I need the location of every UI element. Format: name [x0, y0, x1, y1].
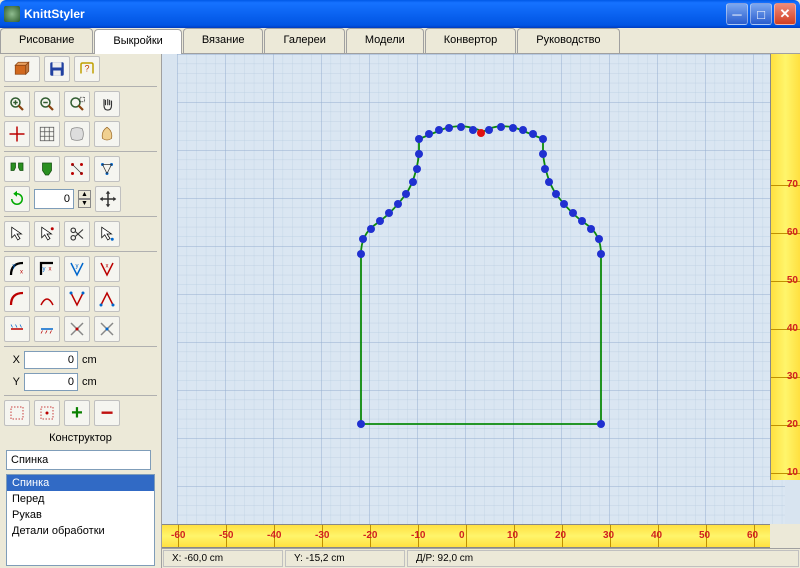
svg-text:y: y: [43, 267, 46, 273]
list-item[interactable]: Рукав: [7, 507, 154, 523]
svg-text:x: x: [49, 267, 52, 273]
shell-icon[interactable]: [94, 121, 120, 147]
spin-down[interactable]: ▼: [78, 199, 91, 208]
grid-icon[interactable]: [34, 121, 60, 147]
x-label: X: [6, 354, 20, 366]
y-input[interactable]: [24, 373, 78, 391]
svg-text:y: y: [13, 264, 16, 270]
rotate-icon[interactable]: [4, 186, 30, 212]
window-title: KnittStyler: [24, 7, 724, 21]
pieces-green2-icon[interactable]: [34, 156, 60, 182]
handle-8-icon[interactable]: [94, 316, 120, 342]
parts-listbox[interactable]: Спинка Перед Рукав Детали обработки: [6, 474, 155, 566]
tab-manual[interactable]: Руководство: [517, 28, 619, 53]
list-item[interactable]: Спинка: [7, 475, 154, 491]
status-d: Д/Р: 92,0 cm: [407, 550, 799, 567]
handle-6-icon[interactable]: [34, 316, 60, 342]
minimize-button[interactable]: ─: [726, 3, 748, 25]
y-unit: cm: [82, 376, 97, 388]
maximize-button[interactable]: □: [750, 3, 772, 25]
x-unit: cm: [82, 354, 97, 366]
spin-up[interactable]: ▲: [78, 190, 91, 199]
handle-1-icon[interactable]: [4, 286, 30, 312]
list-item[interactable]: Перед: [7, 491, 154, 507]
save-icon[interactable]: [44, 56, 70, 82]
snap-icon[interactable]: [64, 121, 90, 147]
list-item[interactable]: Детали обработки: [7, 523, 154, 539]
x-input[interactable]: [24, 351, 78, 369]
plus-icon[interactable]: +: [64, 400, 90, 426]
status-y: Y: -15,2 cm: [285, 550, 405, 567]
pan-icon[interactable]: [94, 91, 120, 117]
help-icon[interactable]: ?: [74, 56, 100, 82]
constructor-label: Конструктор: [0, 428, 161, 448]
app-icon: [4, 6, 20, 22]
box-icon[interactable]: [4, 56, 40, 82]
handle-5-icon[interactable]: [4, 316, 30, 342]
zoom-region-icon[interactable]: [64, 91, 90, 117]
handle-yx1-icon[interactable]: yx: [4, 256, 30, 282]
handle-7-icon[interactable]: [64, 316, 90, 342]
main-tabs: Рисование Выкройки Вязание Галереи Модел…: [0, 28, 800, 54]
tool-sidebar: ? ▲▼: [0, 54, 162, 568]
minus-icon[interactable]: −: [94, 400, 120, 426]
node-points-icon[interactable]: [64, 156, 90, 182]
handle-2-icon[interactable]: [34, 286, 60, 312]
ruler-horizontal: -60-50-40-30-20-100102030405060: [162, 524, 770, 548]
arrow-points-icon[interactable]: [34, 221, 60, 247]
rotation-input[interactable]: [34, 189, 74, 209]
tab-knitting[interactable]: Вязание: [183, 28, 264, 53]
zoom-in-icon[interactable]: [4, 91, 30, 117]
crosshair-icon[interactable]: [4, 121, 30, 147]
tab-models[interactable]: Модели: [346, 28, 424, 53]
marquee-point-icon[interactable]: [34, 400, 60, 426]
title-bar: KnittStyler ─ □ ✕: [0, 0, 800, 28]
svg-text:x: x: [106, 264, 109, 270]
node-disp-icon[interactable]: [94, 156, 120, 182]
svg-text:?: ?: [84, 63, 89, 73]
tab-galleries[interactable]: Галереи: [264, 28, 344, 53]
arrow-icon[interactable]: [4, 221, 30, 247]
svg-text:y: y: [76, 264, 79, 270]
handle-3-icon[interactable]: [64, 286, 90, 312]
handle-yx2-icon[interactable]: yx: [34, 256, 60, 282]
status-x: X: -60,0 cm: [163, 550, 283, 567]
close-button[interactable]: ✕: [774, 3, 796, 25]
drawing-canvas[interactable]: [162, 54, 800, 524]
arrow-point-icon[interactable]: [94, 221, 120, 247]
y-label: Y: [6, 376, 20, 388]
handle-yx4-icon[interactable]: x: [94, 256, 120, 282]
status-bar: X: -60,0 cm Y: -15,2 cm Д/Р: 92,0 cm: [162, 548, 800, 568]
marquee-icon[interactable]: [4, 400, 30, 426]
tab-patterns[interactable]: Выкройки: [94, 29, 181, 54]
tab-converter[interactable]: Конвертор: [425, 28, 516, 53]
move-handle-icon[interactable]: [95, 186, 121, 212]
handle-4-icon[interactable]: [94, 286, 120, 312]
tab-drawing[interactable]: Рисование: [0, 28, 93, 53]
zoom-out-icon[interactable]: [34, 91, 60, 117]
handle-yx3-icon[interactable]: y: [64, 256, 90, 282]
current-part-input[interactable]: [6, 450, 151, 470]
ruler-vertical: 10203040506070: [770, 54, 800, 480]
pieces-green-icon[interactable]: [4, 156, 30, 182]
svg-text:x: x: [20, 270, 23, 276]
canvas-area: 10203040506070 -60-50-40-30-20-100102030…: [162, 54, 800, 568]
scissors-icon[interactable]: [64, 221, 90, 247]
